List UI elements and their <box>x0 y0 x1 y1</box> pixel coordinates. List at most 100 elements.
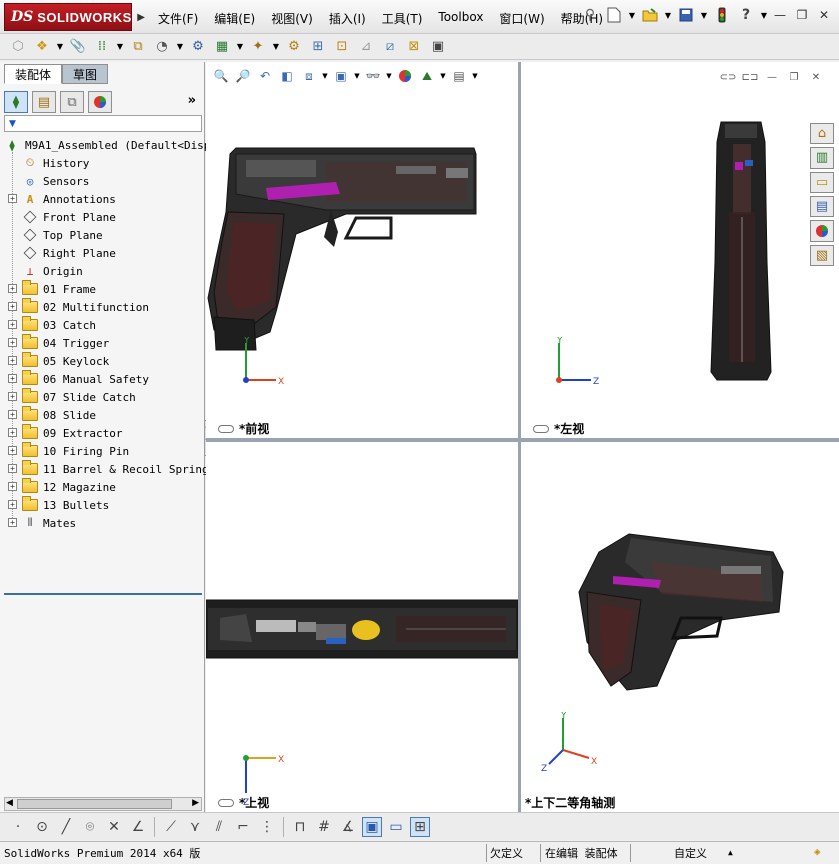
point-icon[interactable]: · <box>8 817 28 837</box>
insert-component-icon[interactable]: ⬡ <box>9 38 27 56</box>
mirror-icon[interactable]: ⋎ <box>185 817 205 837</box>
menu-file[interactable]: 文件(F) <box>150 10 206 27</box>
tree-item[interactable]: +12 Magazine <box>8 478 116 496</box>
expand-toggle-icon[interactable]: + <box>8 428 17 437</box>
feature-manager-icon[interactable]: ⧫ <box>4 91 28 113</box>
interference-detection-icon[interactable]: ⊿ <box>357 38 375 56</box>
line-icon[interactable]: ╱ <box>56 817 76 837</box>
design-library-icon[interactable]: ▥ <box>810 147 834 169</box>
tree-item[interactable]: + ⦀ Mates <box>8 514 76 532</box>
tree-item[interactable]: ⏲ History <box>22 154 90 172</box>
tree-filter[interactable]: ▼ <box>4 115 202 132</box>
tab-assembly[interactable]: 装配体 <box>4 64 63 84</box>
panel-expand-icon[interactable]: » <box>188 93 196 108</box>
tree-item[interactable]: Front Plane <box>22 208 116 226</box>
tree-item[interactable]: +03 Catch <box>8 316 96 334</box>
unit-system-arrow-icon[interactable]: ▲ <box>728 848 733 857</box>
scroll-right-icon[interactable]: ▶ <box>192 798 199 808</box>
tree-item[interactable]: +13 Bullets <box>8 496 109 514</box>
restore-icon[interactable]: ❐ <box>791 6 813 24</box>
chevron-down-icon[interactable]: ▼ <box>664 6 672 24</box>
expand-toggle-icon[interactable]: + <box>8 500 17 509</box>
tree-item[interactable]: +08 Slide <box>8 406 96 424</box>
tree-item[interactable]: +09 Extractor <box>8 424 122 442</box>
expand-toggle-icon[interactable]: + <box>8 284 17 293</box>
reference-geometry-icon[interactable]: ▦ <box>213 38 231 56</box>
exploded-view-icon[interactable]: ⊞ <box>309 38 327 56</box>
tree-item[interactable]: + A Annotations <box>8 190 116 208</box>
scroll-thumb[interactable] <box>17 799 172 809</box>
viewport-left[interactable]: ⊂⊃ ⊏⊐ — ❐ ✕ Y Z *左视 <box>521 62 839 438</box>
grid-icon[interactable]: # <box>314 817 334 837</box>
view-palette-icon[interactable]: ▤ <box>810 195 834 218</box>
expand-toggle-icon[interactable]: + <box>8 446 17 455</box>
new-motion-study-icon[interactable]: ✦ <box>249 38 267 56</box>
tree-item[interactable]: +07 Slide Catch <box>8 388 136 406</box>
expand-toggle-icon[interactable]: + <box>8 356 17 365</box>
viewport-front[interactable]: 🔍 🔎 ↶ ◧ ⧈ ▼ ▣ ▼ 👓 ▼ ⛰ ▼ ▤ ▼ Y X *前视 <box>206 62 518 438</box>
chevron-down-icon[interactable]: ▼ <box>700 6 708 24</box>
chevron-down-icon[interactable]: ▼ <box>176 38 184 56</box>
tree-item[interactable]: ⧫ M9A1_Assembled (Default<Displ <box>4 136 217 154</box>
tree-item[interactable]: +01 Frame <box>8 280 96 298</box>
linear-pattern-icon[interactable]: ⁞⁞ <box>93 38 111 56</box>
viewport-isometric[interactable]: Y X Z *上下二等角轴测 <box>521 442 839 812</box>
link-views-icon[interactable] <box>533 424 549 433</box>
tree-item[interactable]: +02 Multifunction <box>8 298 149 316</box>
help-icon[interactable]: ? <box>737 6 755 24</box>
tree-item[interactable]: +10 Firing Pin <box>8 442 129 460</box>
expand-toggle-icon[interactable]: + <box>8 392 17 401</box>
custom-properties-icon[interactable]: ▧ <box>810 244 834 266</box>
expand-toggle-icon[interactable]: + <box>8 482 17 491</box>
chevron-down-icon[interactable]: ▼ <box>236 38 244 56</box>
expand-toggle-icon[interactable]: + <box>8 194 17 203</box>
chevron-down-icon[interactable]: ▼ <box>56 38 64 56</box>
menu-view[interactable]: 视图(V) <box>263 10 321 27</box>
property-manager-icon[interactable]: ▤ <box>32 91 56 113</box>
chevron-down-icon[interactable]: ▼ <box>760 6 768 24</box>
link-views-icon[interactable] <box>218 424 234 433</box>
smart-fastener-icon[interactable]: ❖ <box>33 38 51 56</box>
sketch-pattern-icon[interactable]: ⋮ <box>257 817 277 837</box>
expand-toggle-icon[interactable]: + <box>8 410 17 419</box>
save-icon[interactable] <box>677 6 695 24</box>
angle-icon[interactable]: ∡ <box>338 817 358 837</box>
chevron-down-icon[interactable]: ▼ <box>272 38 280 56</box>
corner-icon[interactable]: ⌐ <box>233 817 253 837</box>
mate-icon[interactable]: 📎 <box>69 38 87 56</box>
viewport-top[interactable]: Z X *上视 <box>206 442 518 812</box>
tree-item[interactable]: +06 Manual Safety <box>8 370 149 388</box>
display-manager-icon[interactable] <box>88 91 112 113</box>
single-view-icon[interactable]: ▭ <box>386 817 406 837</box>
3d-view-icon[interactable]: ▣ <box>362 816 382 837</box>
graphics-area[interactable]: 🔍 🔎 ↶ ◧ ⧈ ▼ ▣ ▼ 👓 ▼ ⛰ ▼ ▤ ▼ Y X *前视 ⊂⊃ ⊏… <box>206 62 839 812</box>
appearances-icon[interactable] <box>810 220 834 242</box>
tree-item[interactable]: +05 Keylock <box>8 352 109 370</box>
menu-toolbox[interactable]: Toolbox <box>430 10 491 27</box>
menu-window[interactable]: 窗口(W) <box>491 10 552 27</box>
tree-item[interactable]: Top Plane <box>22 226 103 244</box>
expand-toggle-icon[interactable]: + <box>8 320 17 329</box>
open-folder-icon[interactable] <box>641 6 659 24</box>
pin-icon[interactable]: ⚲ <box>581 6 599 24</box>
extend-icon[interactable]: ∠ <box>128 817 148 837</box>
chevron-down-icon[interactable]: ▼ <box>628 6 636 24</box>
convert-entities-icon[interactable]: ⫽ <box>209 817 229 837</box>
file-explorer-icon[interactable]: ▭ <box>810 171 834 193</box>
unit-system[interactable]: 自定义 <box>674 845 707 861</box>
tab-sketch[interactable]: 草图 <box>62 64 109 84</box>
viewport-splitter-vertical[interactable] <box>518 62 521 812</box>
logo-flyout-icon[interactable]: ▶ <box>137 12 145 23</box>
clearance-verification-icon[interactable]: ⧄ <box>381 38 399 56</box>
four-view-icon[interactable]: ⊞ <box>410 816 430 837</box>
tree-horizontal-scrollbar[interactable]: ◀ ▶ <box>4 797 202 811</box>
tree-item[interactable]: +11 Barrel & Recoil Spring <box>8 460 209 478</box>
assembly-features-icon[interactable]: ⚙ <box>189 38 207 56</box>
move-component-icon[interactable]: ⧉ <box>129 38 147 56</box>
expand-toggle-icon[interactable]: + <box>8 302 17 311</box>
link-views-icon[interactable] <box>218 798 234 807</box>
menu-insert[interactable]: 插入(I) <box>321 10 374 27</box>
rebuild-traffic-light-icon[interactable] <box>713 6 731 24</box>
chevron-down-icon[interactable]: ▼ <box>116 38 124 56</box>
smart-dimension-icon[interactable]: ⊓ <box>290 817 310 837</box>
